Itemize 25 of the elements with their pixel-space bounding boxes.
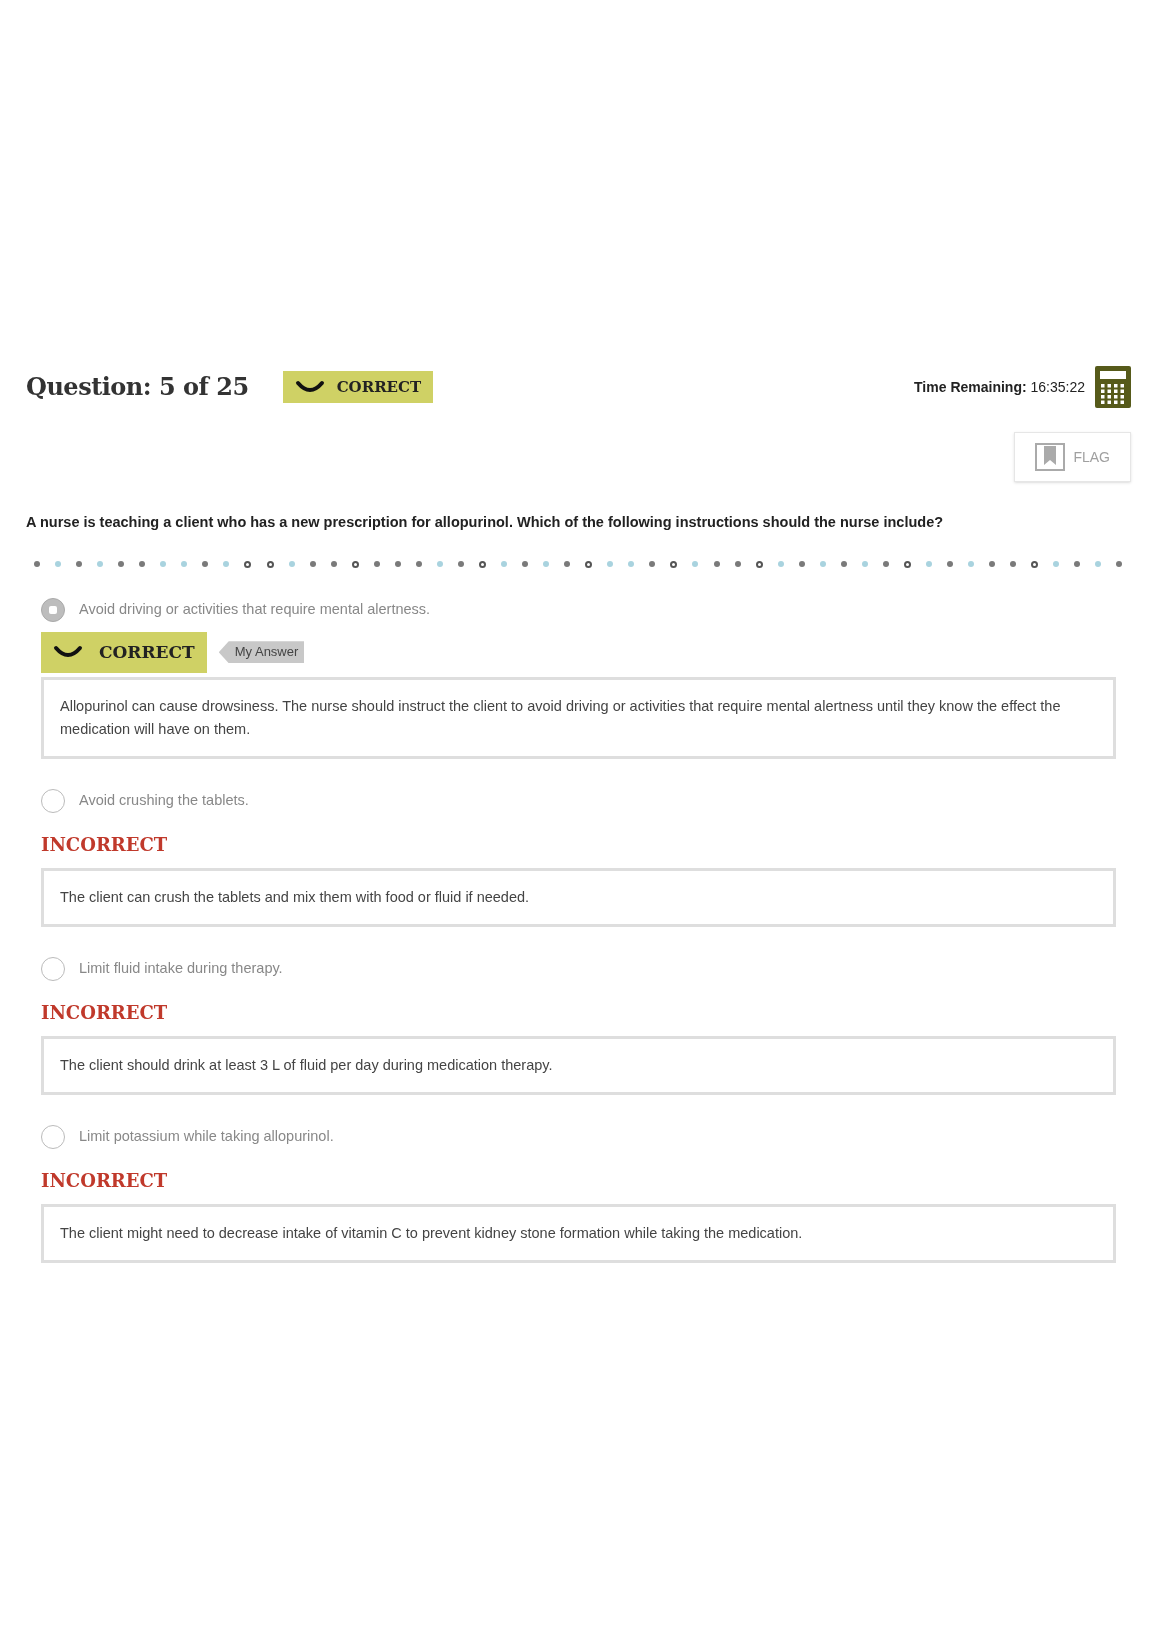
question-counter: Question: 5 of 25 bbox=[26, 371, 249, 403]
correct-badge: CORRECT bbox=[41, 631, 207, 673]
rationale-box: Allopurinol can cause drowsiness. The nurse should instruct the client to avoid driving or activities that require mental alertness until they know the effect the medication will have on them. bbox=[41, 676, 1116, 759]
incorrect-label: INCORRECT bbox=[41, 832, 168, 857]
correct-badge: CORRECT bbox=[282, 371, 434, 403]
smile-icon bbox=[294, 379, 325, 395]
option-text: Avoid crushing the tablets. bbox=[79, 790, 249, 810]
incorrect-label: INCORRECT bbox=[41, 1168, 168, 1193]
option-text: Avoid driving or activities that require mental alertness. bbox=[79, 599, 431, 619]
option-text: Limit potassium while taking allopurinol. bbox=[79, 1126, 334, 1146]
incorrect-label: INCORRECT bbox=[41, 1000, 168, 1025]
question-text: A nurse is teaching a client who has a new prescription for allopurinol. Which of the following instructions should the nurse include? bbox=[26, 513, 945, 532]
rationale-box: The client can crush the tablets and mix them with food or fluid if needed. bbox=[41, 867, 1116, 927]
radio-button[interactable] bbox=[41, 788, 65, 813]
radio-button[interactable] bbox=[41, 956, 65, 981]
option-text: Limit fluid intake during therapy. bbox=[79, 958, 283, 978]
calculator-icon[interactable] bbox=[1095, 366, 1131, 408]
time-remaining: Time Remaining: 16:35:22 bbox=[914, 377, 1085, 397]
radio-button[interactable] bbox=[41, 1124, 65, 1149]
flag-button[interactable]: FLAG bbox=[1014, 432, 1131, 482]
rationale-box: The client might need to decrease intake of vitamin C to prevent kidney stone formation while taking the medication. bbox=[41, 1203, 1116, 1263]
rationale-box: The client should drink at least 3 L of fluid per day during medication therapy. bbox=[41, 1035, 1116, 1095]
bookmark-icon bbox=[1035, 443, 1066, 471]
my-answer-tag: My Answer bbox=[218, 641, 305, 664]
radio-button[interactable] bbox=[41, 597, 65, 622]
